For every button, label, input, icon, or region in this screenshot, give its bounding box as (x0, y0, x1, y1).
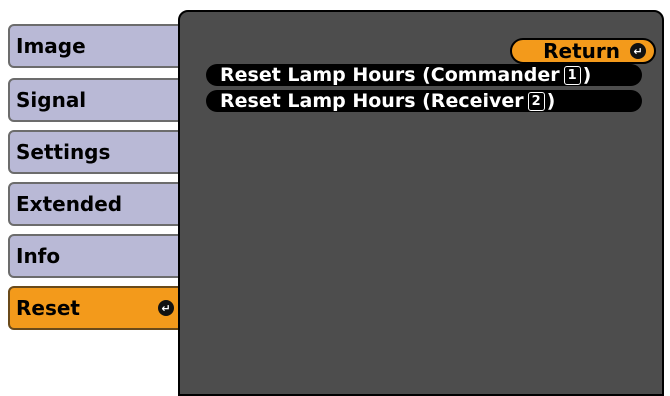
return-button[interactable]: Return ↵ (510, 38, 656, 64)
enter-icon: ↵ (630, 43, 646, 59)
reset-lamp-hours-commander-option[interactable]: Reset Lamp Hours (Commander 1 ) (206, 64, 642, 86)
return-label: Return (543, 39, 620, 63)
menu-item-reset[interactable]: Reset ↵ (8, 286, 190, 336)
number-badge: 2 (527, 91, 545, 111)
menu-item-label: Extended (16, 192, 123, 216)
reset-lamp-hours-receiver-option[interactable]: Reset Lamp Hours (Receiver 2 ) (206, 90, 642, 112)
menu-item-extended[interactable]: Extended (8, 182, 190, 232)
enter-icon: ↵ (158, 300, 174, 316)
menu-item-settings[interactable]: Settings (8, 130, 190, 180)
menu-item-signal[interactable]: Signal (8, 78, 190, 128)
menu-item-label: Image (16, 34, 86, 58)
option-suffix: ) (582, 64, 592, 86)
menu-item-label: Signal (16, 88, 87, 112)
menu-item-image[interactable]: Image (8, 24, 190, 74)
reset-panel: Return ↵ Reset Lamp Hours (Commander 1 )… (178, 10, 664, 396)
option-label: Reset Lamp Hours (Receiver (220, 90, 524, 112)
menu-item-label: Reset (16, 296, 80, 320)
menu-item-label: Info (16, 244, 61, 268)
number-badge: 1 (563, 65, 581, 85)
option-suffix: ) (546, 90, 556, 112)
menu-item-label: Settings (16, 140, 111, 164)
option-label: Reset Lamp Hours (Commander (220, 64, 560, 86)
menu-item-info[interactable]: Info (8, 234, 190, 284)
